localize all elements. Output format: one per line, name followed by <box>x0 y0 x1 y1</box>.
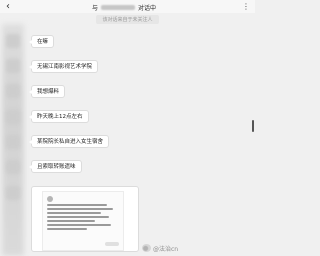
redacted-username <box>101 4 136 10</box>
watermark: @法治cn <box>142 243 178 253</box>
image-text-line <box>47 220 95 222</box>
avatar[interactable] <box>6 34 20 48</box>
watermark-text: @法治cn <box>153 245 179 253</box>
image-text-line <box>47 228 87 230</box>
weibo-logo-icon <box>142 244 151 252</box>
chat-message-bubble[interactable]: 我想爆料 <box>28 85 66 98</box>
chat-message-bubble[interactable]: 无锡江南影视艺术学院 <box>28 60 99 73</box>
avatar[interactable] <box>6 160 20 174</box>
avatar[interactable] <box>6 59 20 73</box>
scrollbar[interactable] <box>252 120 254 132</box>
image-attachment[interactable] <box>42 191 124 251</box>
chat-header: ‹ 与 对话中 ⋮ <box>0 0 255 13</box>
image-text-line <box>47 208 113 210</box>
avatar[interactable] <box>6 84 20 98</box>
sender-icon <box>47 196 53 202</box>
chat-message-bubble[interactable]: 在嘛 <box>28 35 55 48</box>
avatar[interactable] <box>6 186 20 200</box>
back-button[interactable]: ‹ <box>2 1 14 12</box>
more-button[interactable]: ⋮ <box>240 1 252 12</box>
chat-message-bubble[interactable]: 且索取转账遗味 <box>29 160 82 173</box>
stranger-notice: 该对话来自于未关注人 <box>0 13 255 25</box>
title-prefix: 与 <box>92 4 99 12</box>
more-icon: ⋮ <box>242 2 250 11</box>
image-badge <box>105 242 119 246</box>
image-text-line <box>47 216 109 218</box>
chat-message-bubble[interactable]: 昨天晚上12点左右 <box>29 110 89 123</box>
image-text-line <box>47 224 111 226</box>
avatar[interactable] <box>6 135 20 149</box>
chat-title: 与 对话中 <box>92 2 156 12</box>
avatar[interactable] <box>6 110 20 124</box>
stranger-notice-text: 该对话来自于未关注人 <box>96 14 159 24</box>
image-text-line <box>47 212 101 214</box>
chevron-left-icon: ‹ <box>6 1 10 12</box>
chat-message-bubble[interactable]: 某院院长私自进入女生宿舍 <box>28 135 110 148</box>
image-message-card[interactable] <box>31 186 139 252</box>
title-suffix: 对话中 <box>138 4 157 12</box>
image-text-line <box>47 204 107 206</box>
